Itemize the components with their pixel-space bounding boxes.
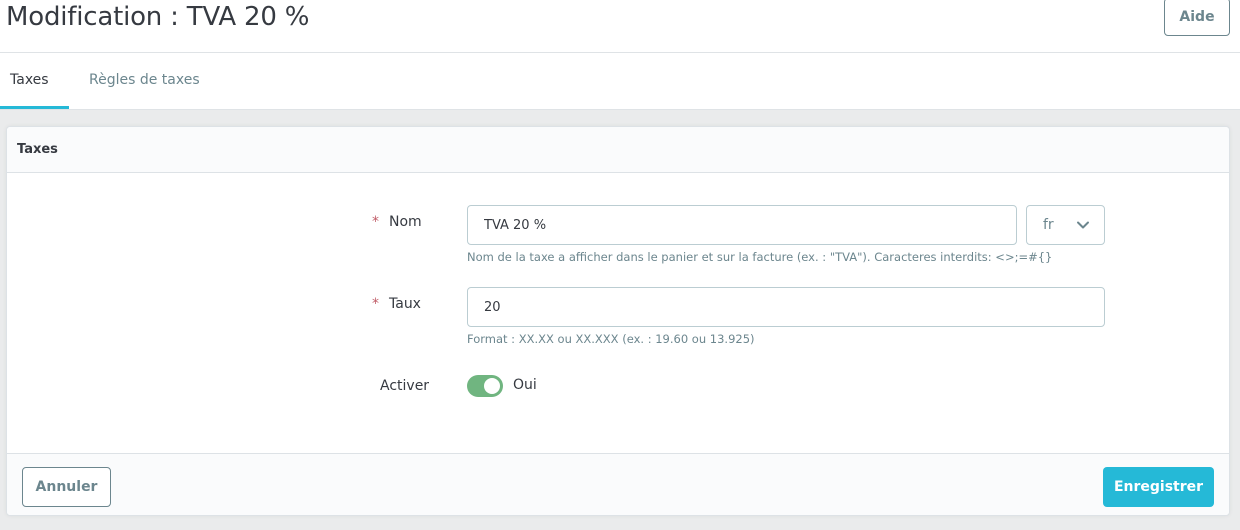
language-select-value: fr	[1043, 217, 1054, 233]
help-button[interactable]: Aide	[1164, 0, 1230, 36]
name-input[interactable]	[467, 205, 1017, 245]
enable-toggle-state: Oui	[513, 377, 537, 393]
enable-field-label: Activer	[380, 378, 430, 394]
page-title: Modification : TVA 20 %	[6, 2, 310, 32]
rate-field-label: * Taux	[372, 296, 421, 312]
chevron-down-icon	[1077, 221, 1089, 229]
card-footer: Annuler Enregistrer	[7, 453, 1229, 515]
rate-help-text: Format : XX.XX ou XX.XXX (ex. : 19.60 ou…	[467, 332, 755, 346]
name-field-label: * Nom	[372, 214, 422, 230]
save-button[interactable]: Enregistrer	[1103, 467, 1214, 507]
enable-toggle[interactable]	[467, 375, 503, 397]
card-title: Taxes	[7, 127, 1229, 173]
tax-form-card: Taxes * Nom fr Nom de la taxe a afficher …	[6, 126, 1230, 516]
tab-tax-rules[interactable]: Règles de taxes	[79, 53, 210, 109]
rate-label-text: Taux	[389, 296, 421, 312]
required-marker: *	[372, 296, 379, 312]
required-marker: *	[372, 214, 379, 230]
name-help-text: Nom de la taxe a afficher dans le panier…	[467, 250, 1053, 264]
page-header: Modification : TVA 20 % Aide	[0, 0, 1240, 53]
language-select[interactable]: fr	[1026, 205, 1105, 245]
tab-bar: Taxes Règles de taxes	[0, 53, 1240, 110]
toggle-knob	[484, 378, 500, 394]
tab-taxes[interactable]: Taxes	[0, 53, 69, 109]
name-label-text: Nom	[389, 214, 422, 230]
rate-input[interactable]	[467, 287, 1105, 327]
cancel-button[interactable]: Annuler	[22, 467, 111, 507]
